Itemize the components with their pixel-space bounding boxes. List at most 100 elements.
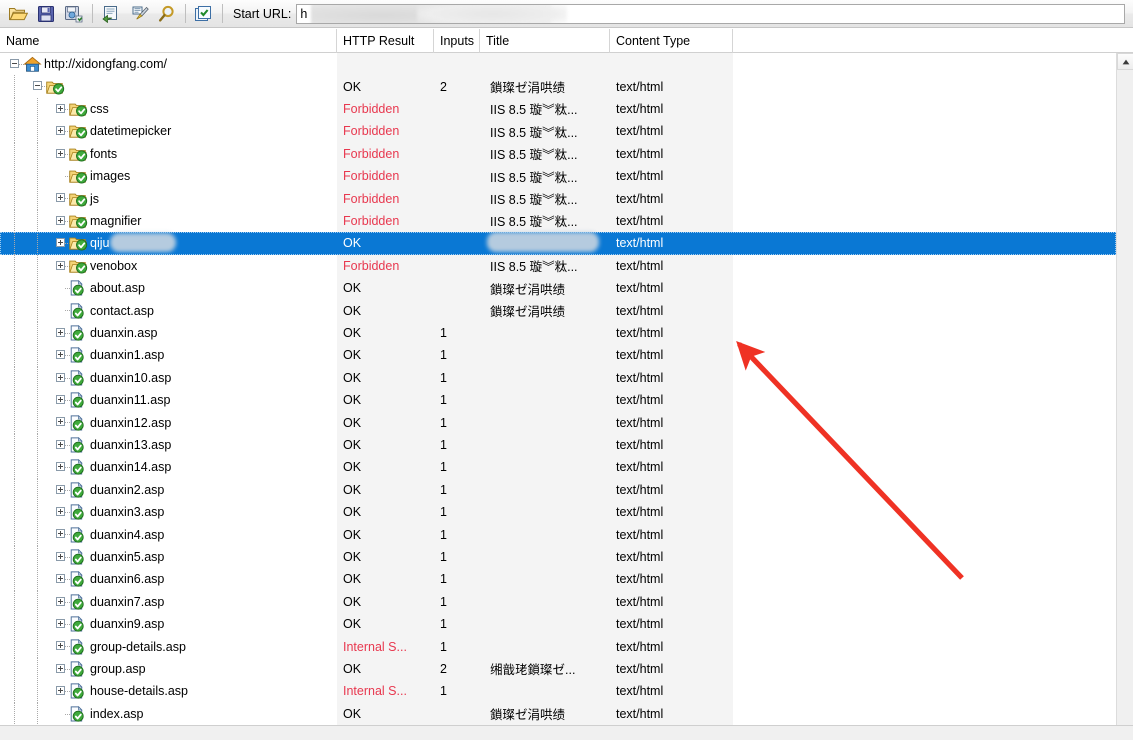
tree-node[interactable] xyxy=(14,75,67,98)
table-row[interactable]: duanxin1.asp OK 1 text/html xyxy=(0,344,1133,367)
table-row[interactable]: duanxin9.asp OK 1 text/html xyxy=(0,613,1133,636)
expand-icon[interactable] xyxy=(56,663,65,673)
table-row[interactable]: magnifier Forbidden IIS 8.5 璇︾粏... text/htm… xyxy=(0,209,1133,233)
tree-node[interactable]: duanxin.asp xyxy=(14,321,157,345)
scan-config-icon[interactable] xyxy=(126,2,152,26)
column-header-content_type[interactable]: Content Type xyxy=(610,29,733,53)
tree-node[interactable]: datetimepicker xyxy=(14,120,171,143)
tree-node[interactable]: duanxin3.asp xyxy=(14,501,164,524)
expand-icon[interactable] xyxy=(56,551,65,561)
table-row[interactable]: duanxin6.asp OK 1 text/html xyxy=(0,568,1133,591)
expand-icon[interactable] xyxy=(56,529,65,539)
table-row[interactable]: js Forbidden IIS 8.5 璇︾粏... text/html xyxy=(0,187,1133,210)
new-scan-icon[interactable] xyxy=(98,2,124,26)
save-as-icon[interactable] xyxy=(61,2,87,26)
table-row[interactable]: group-details.asp Internal S... 1 text/html xyxy=(0,635,1133,658)
column-header-http_result[interactable]: HTTP Result xyxy=(337,29,434,53)
table-row[interactable]: duanxin14.asp OK 1 text/html xyxy=(0,456,1133,479)
expand-icon[interactable] xyxy=(56,126,65,136)
expand-icon[interactable] xyxy=(56,574,65,584)
expand-icon[interactable] xyxy=(56,484,65,494)
expand-icon[interactable] xyxy=(56,215,65,225)
table-row[interactable]: duanxin.asp OK 1 text/html xyxy=(0,321,1133,345)
expand-icon[interactable] xyxy=(56,395,65,404)
expand-icon[interactable] xyxy=(56,417,65,427)
expand-icon[interactable] xyxy=(56,260,65,270)
vertical-scrollbar[interactable] xyxy=(1116,53,1133,725)
table-row[interactable]: group.asp OK 2 缃戠珯鎖璨ゼ... text/html xyxy=(0,657,1133,681)
collapse-icon[interactable] xyxy=(33,81,42,91)
tree-node[interactable]: duanxin6.asp xyxy=(14,568,164,591)
tree-node[interactable]: house-details.asp xyxy=(14,680,188,703)
expand-icon[interactable] xyxy=(56,193,65,203)
expand-icon[interactable] xyxy=(56,350,65,360)
expand-icon[interactable] xyxy=(56,327,65,337)
expand-icon[interactable] xyxy=(56,596,65,606)
tree-node[interactable]: group.asp xyxy=(14,657,146,681)
tree-node[interactable]: index.asp xyxy=(14,702,144,725)
table-row[interactable]: duanxin12.asp OK 1 text/html xyxy=(0,411,1133,434)
column-header-inputs[interactable]: Inputs xyxy=(434,29,480,53)
table-row[interactable]: index.asp OK 鎖璨ゼ涓哄绩 text/html xyxy=(0,702,1133,725)
expand-icon[interactable] xyxy=(56,619,65,628)
table-row[interactable]: duanxin7.asp OK 1 text/html xyxy=(0,590,1133,613)
tree-node[interactable]: images xyxy=(14,165,130,188)
tree-node[interactable]: duanxin1.asp xyxy=(14,344,164,367)
tree-node[interactable]: duanxin9.asp xyxy=(14,613,164,636)
table-row[interactable]: venobox Forbidden IIS 8.5 璇︾粏... text/html xyxy=(0,254,1133,277)
table-row[interactable]: images Forbidden IIS 8.5 璇︾粏... text/html xyxy=(0,165,1133,188)
tree-node[interactable]: css xyxy=(14,97,109,121)
expand-icon[interactable] xyxy=(56,238,65,248)
expand-icon[interactable] xyxy=(56,439,65,449)
tree-node[interactable]: contact.asp xyxy=(14,299,154,322)
expand-icon[interactable] xyxy=(56,686,65,696)
table-row[interactable]: datetimepicker Forbidden IIS 8.5 璇︾粏... tex… xyxy=(0,120,1133,143)
tree-node[interactable]: duanxin14.asp xyxy=(14,456,171,479)
tree-node[interactable]: venobox xyxy=(14,254,137,277)
grid-body[interactable]: http://xidongfang.com/OK 2 鎖璨ゼ涓哄绩 text/html… xyxy=(0,53,1133,725)
table-row[interactable]: about.asp OK 鎖璨ゼ涓哄绩 text/html xyxy=(0,277,1133,300)
column-header-title[interactable]: Title xyxy=(480,29,610,53)
table-row[interactable]: duanxin4.asp OK 1 text/html xyxy=(0,523,1133,546)
save-icon[interactable] xyxy=(33,2,59,26)
check-all-icon[interactable] xyxy=(191,2,217,26)
table-row[interactable]: house-details.asp Internal S... 1 text/html xyxy=(0,680,1133,703)
tree-node[interactable]: duanxin12.asp xyxy=(14,411,171,434)
start-url-input[interactable]: h xyxy=(296,3,1125,24)
table-row[interactable]: duanxin3.asp OK 1 text/html xyxy=(0,501,1133,524)
tree-node[interactable]: group-details.asp xyxy=(14,635,186,658)
table-row-selected[interactable]: qiju OK text/html xyxy=(0,232,1133,255)
tree-node[interactable]: duanxin13.asp xyxy=(14,433,171,457)
tree-node[interactable]: http://xidongfang.com/ xyxy=(8,53,167,75)
tree-node[interactable]: duanxin2.asp xyxy=(14,478,164,501)
column-header-name[interactable]: Name xyxy=(0,29,337,53)
expand-icon[interactable] xyxy=(56,103,65,113)
tree-node[interactable]: js xyxy=(14,187,99,210)
table-row[interactable]: css Forbidden IIS 8.5 璇︾粏... text/html xyxy=(0,97,1133,121)
expand-icon[interactable] xyxy=(56,148,65,158)
table-row[interactable]: fonts Forbidden IIS 8.5 璇︾粏... text/html xyxy=(0,142,1133,165)
table-row[interactable]: http://xidongfang.com/ xyxy=(0,53,1133,75)
tree-node[interactable]: about.asp xyxy=(14,277,145,300)
tree-node[interactable]: duanxin5.asp xyxy=(14,545,164,569)
search-icon[interactable] xyxy=(154,2,180,26)
table-row[interactable]: OK 2 鎖璨ゼ涓哄绩 text/html xyxy=(0,75,1133,98)
collapse-icon[interactable] xyxy=(10,59,19,68)
expand-icon[interactable] xyxy=(56,372,65,382)
tree-node[interactable]: duanxin4.asp xyxy=(14,523,164,546)
tree-node[interactable]: duanxin11.asp xyxy=(14,389,170,412)
table-row[interactable]: duanxin10.asp OK 1 text/html xyxy=(0,366,1133,389)
expand-icon[interactable] xyxy=(56,641,65,651)
table-row[interactable]: duanxin5.asp OK 1 text/html xyxy=(0,545,1133,569)
expand-icon[interactable] xyxy=(56,507,65,516)
scroll-up-button[interactable] xyxy=(1117,53,1133,70)
tree-node[interactable]: fonts xyxy=(14,142,117,165)
table-row[interactable]: duanxin11.asp OK 1 text/html xyxy=(0,389,1133,412)
tree-node[interactable]: qiju xyxy=(14,232,109,255)
tree-node[interactable]: duanxin7.asp xyxy=(14,590,164,613)
table-row[interactable]: duanxin13.asp OK 1 text/html xyxy=(0,433,1133,457)
tree-node[interactable]: magnifier xyxy=(14,209,141,233)
vertical-scrollbar-track[interactable] xyxy=(1117,70,1133,725)
tree-node[interactable]: duanxin10.asp xyxy=(14,366,171,389)
open-icon[interactable] xyxy=(5,2,31,26)
